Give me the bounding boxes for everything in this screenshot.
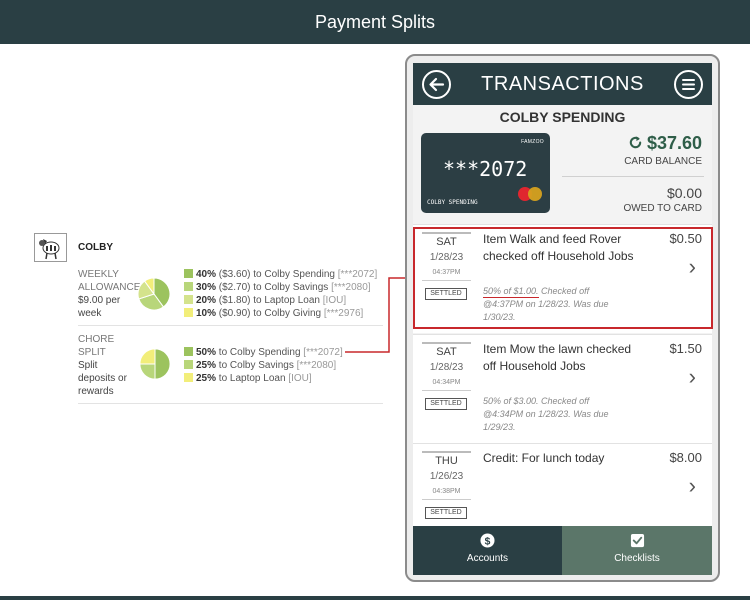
split-line: 10% ($0.90) to Colby Giving [***2976] bbox=[184, 307, 377, 320]
split-swatch bbox=[184, 373, 193, 382]
owed-label: OWED TO CARD bbox=[623, 203, 702, 214]
menu-icon bbox=[682, 79, 695, 90]
mastercard-logo-icon bbox=[528, 187, 542, 201]
chevron-right-icon[interactable]: › bbox=[689, 473, 696, 499]
split-description: Split deposits or rewards bbox=[78, 360, 127, 397]
transaction-date: SAT 1/28/23 04:34PM bbox=[422, 342, 471, 391]
split-line: 50% to Colby Spending [***2072] bbox=[184, 346, 343, 359]
split-target: to Laptop Loan bbox=[216, 373, 289, 384]
balance-amount: $37.60 bbox=[646, 133, 702, 153]
screen-title: TRANSACTIONS bbox=[481, 73, 644, 95]
status-badge: SETTLED bbox=[425, 398, 467, 410]
split-percent: 20% bbox=[196, 295, 217, 306]
highlight-frame bbox=[413, 227, 713, 329]
split-percent: 50% bbox=[196, 347, 217, 358]
zebra-avatar-icon bbox=[39, 239, 60, 260]
split-target: ($2.70) to Colby Savings bbox=[216, 282, 332, 293]
bottom-tab-bar: $ Accounts Checklists bbox=[413, 526, 712, 575]
split-percent: 25% bbox=[196, 373, 217, 384]
split-swatch bbox=[184, 295, 193, 304]
split-account: [***2072] bbox=[337, 269, 378, 280]
split-title: CHORE SPLIT bbox=[78, 334, 115, 358]
card-brand: FAMZOO bbox=[521, 139, 544, 145]
owed-to-card: $0.00 OWED TO CARD bbox=[623, 185, 702, 214]
split-divider bbox=[78, 325, 383, 326]
split-account: [***2976] bbox=[323, 308, 364, 319]
split-swatch bbox=[184, 347, 193, 356]
split-divider bbox=[78, 403, 383, 404]
split-target: to Colby Savings bbox=[216, 360, 297, 371]
pie-slice bbox=[139, 363, 156, 380]
split-target: to Colby Spending bbox=[216, 347, 304, 358]
split-percent: 40% bbox=[196, 269, 217, 280]
svg-text:$: $ bbox=[485, 536, 491, 547]
transaction-note: 50% of $3.00. Checked off @4:34PM on 1/2… bbox=[483, 396, 609, 432]
transaction-date: THU 1/26/23 04:38PM bbox=[422, 451, 471, 500]
split-account: [***2080] bbox=[331, 282, 371, 293]
split-line: 20% ($1.80) to Laptop Loan [IOU] bbox=[184, 294, 377, 307]
allowance-pie-chart bbox=[137, 277, 171, 311]
tab-label: Accounts bbox=[466, 553, 509, 564]
transaction-amount: $8.00 bbox=[669, 450, 702, 465]
pie-slice bbox=[154, 348, 171, 380]
split-weekly-allowance[interactable]: WEEKLY ALLOWANCE $9.00 per week bbox=[78, 268, 140, 320]
split-line: 40% ($3.60) to Colby Spending [***2072] bbox=[184, 268, 377, 281]
balance-divider bbox=[562, 176, 704, 177]
debit-card[interactable]: FAMZOO ***2072 COLBY SPENDING bbox=[421, 133, 550, 213]
owed-amount: $0.00 bbox=[666, 185, 702, 201]
dollar-coin-icon: $ bbox=[480, 533, 495, 548]
account-name: COLBY SPENDING bbox=[499, 109, 626, 125]
chevron-right-icon[interactable]: › bbox=[689, 364, 696, 390]
allowance-split-lines: 40% ($3.60) to Colby Spending [***2072] 3… bbox=[184, 268, 377, 320]
page-header: Payment Splits bbox=[0, 0, 750, 44]
kid-name: COLBY bbox=[78, 242, 113, 253]
refresh-icon[interactable] bbox=[628, 135, 643, 150]
tab-checklists[interactable]: Checklists bbox=[562, 526, 712, 575]
split-swatch bbox=[184, 282, 193, 291]
split-percent: 25% bbox=[196, 360, 217, 371]
checkbox-icon bbox=[630, 533, 644, 548]
split-title: WEEKLY ALLOWANCE bbox=[78, 269, 141, 293]
split-line: 30% ($2.70) to Colby Savings [***2080] bbox=[184, 281, 377, 294]
card-holder: COLBY SPENDING bbox=[427, 199, 478, 206]
footer-rule bbox=[0, 596, 750, 600]
split-target: ($0.90) to Colby Giving bbox=[216, 308, 324, 319]
split-percent: 10% bbox=[196, 308, 217, 319]
card-number: ***2072 bbox=[443, 157, 528, 181]
transaction-row[interactable]: SAT 1/28/23 04:34PM SETTLED Item Mow the… bbox=[413, 334, 712, 443]
split-swatch bbox=[184, 269, 193, 278]
transactions-topbar: TRANSACTIONS bbox=[413, 63, 712, 105]
split-account: [IOU] bbox=[288, 373, 312, 384]
kid-avatar[interactable] bbox=[34, 233, 67, 262]
split-line: 25% to Colby Savings [***2080] bbox=[184, 359, 343, 372]
split-chore[interactable]: CHORE SPLIT Split deposits or rewards bbox=[78, 333, 127, 398]
transaction-amount: $1.50 bbox=[669, 341, 702, 356]
split-target: ($3.60) to Colby Spending bbox=[216, 269, 338, 280]
page-title: Payment Splits bbox=[314, 12, 436, 32]
split-account: [***2072] bbox=[303, 347, 343, 358]
split-swatch bbox=[184, 308, 193, 317]
pie-slice bbox=[139, 348, 156, 365]
chore-pie-chart bbox=[139, 348, 171, 380]
split-percent: 30% bbox=[196, 282, 217, 293]
status-badge: SETTLED bbox=[425, 507, 467, 519]
transaction-title: Credit: For lunch today bbox=[483, 451, 605, 465]
menu-button[interactable] bbox=[674, 70, 703, 99]
split-line: 25% to Laptop Loan [IOU] bbox=[184, 372, 343, 385]
split-swatch bbox=[184, 360, 193, 369]
card-balance: $37.60 CARD BALANCE bbox=[624, 133, 702, 167]
tab-accounts[interactable]: $ Accounts bbox=[413, 526, 562, 575]
balance-label: CARD BALANCE bbox=[624, 156, 702, 167]
split-description: $9.00 per week bbox=[78, 295, 121, 319]
transaction-title: Item Mow the lawn checked off Household … bbox=[483, 342, 632, 373]
split-account: [***2080] bbox=[296, 360, 337, 371]
split-account: [IOU] bbox=[322, 295, 347, 306]
split-target: ($1.80) to Laptop Loan bbox=[216, 295, 323, 306]
tab-label: Checklists bbox=[614, 553, 660, 564]
chore-split-lines: 50% to Colby Spending [***2072] 25% to Co… bbox=[184, 346, 343, 385]
